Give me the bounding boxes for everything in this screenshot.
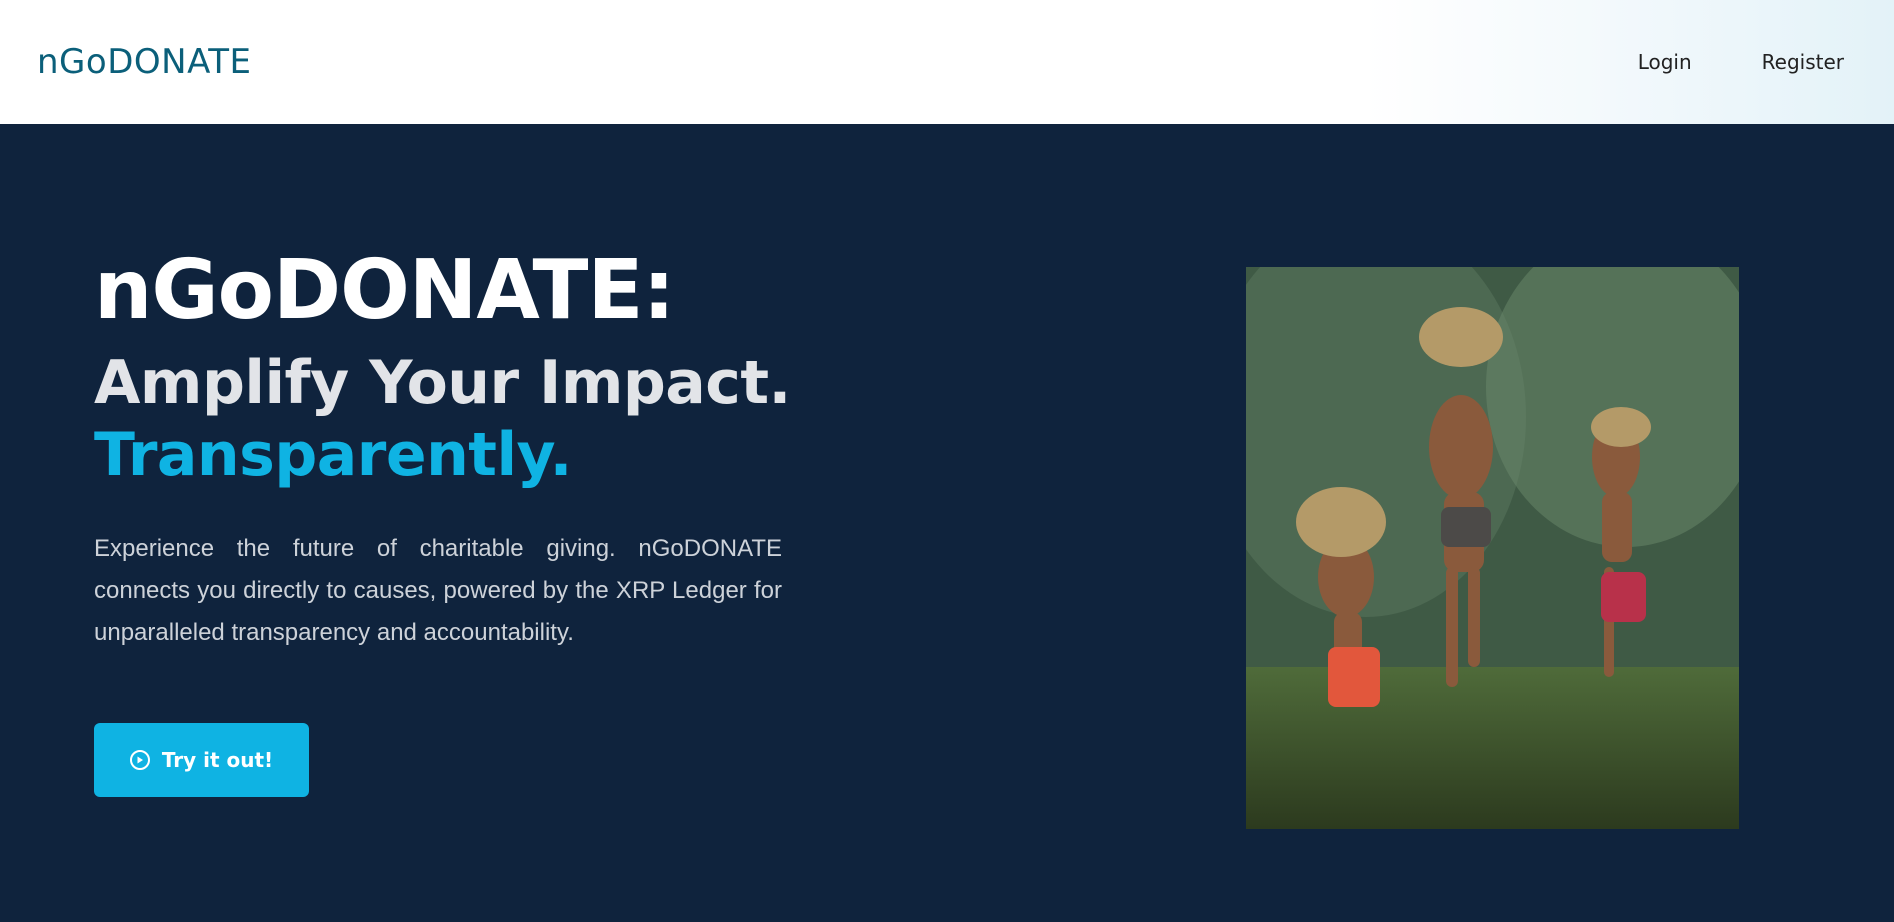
hero-photo bbox=[1246, 267, 1739, 829]
try-it-out-label: Try it out! bbox=[161, 748, 274, 772]
register-link[interactable]: Register bbox=[1762, 50, 1844, 74]
try-it-out-button[interactable]: Try it out! bbox=[94, 723, 309, 797]
hero-subtitle: Amplify Your Impact. bbox=[94, 348, 791, 418]
brand-logo[interactable]: nGoDONATE bbox=[37, 42, 251, 82]
hero-section: nGoDONATE: Amplify Your Impact. Transpar… bbox=[0, 124, 1894, 922]
hero-subtitle-accent: Transparently. bbox=[94, 420, 572, 490]
navbar: nGoDONATE Login Register bbox=[0, 0, 1894, 124]
hero-text: nGoDONATE: Amplify Your Impact. Transpar… bbox=[94, 250, 794, 654]
nav-links: Login Register bbox=[1638, 50, 1844, 74]
hero-title: nGoDONATE: bbox=[94, 243, 675, 338]
login-link[interactable]: Login bbox=[1638, 50, 1692, 74]
play-circle-icon bbox=[129, 750, 150, 770]
hero-description: Experience the future of charitable givi… bbox=[94, 535, 782, 646]
